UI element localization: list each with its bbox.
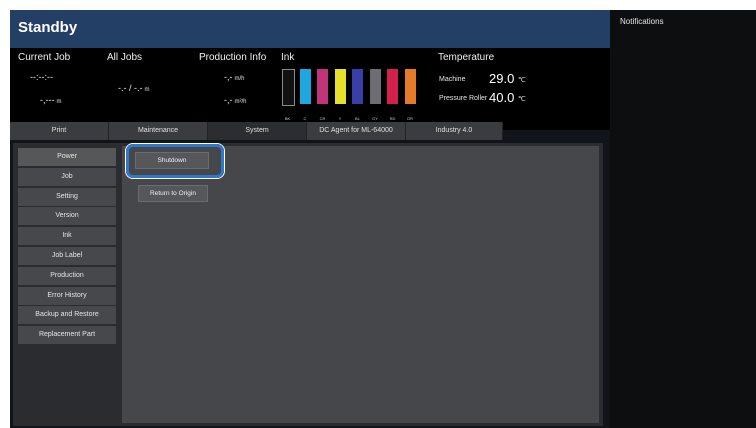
ink-bar-gy xyxy=(369,69,381,104)
all-jobs-number: -.- / -.- xyxy=(118,83,143,93)
machine-temp-label: Machine xyxy=(439,76,466,83)
production-info-label: Production Info xyxy=(199,52,267,63)
ink-bar-or xyxy=(404,69,416,104)
sidebar-item-version[interactable]: Version xyxy=(18,207,116,226)
sidebar-item-setting[interactable]: Setting xyxy=(18,187,116,206)
sidebar-item-job[interactable]: Job xyxy=(18,167,116,186)
power-content: Shutdown Return to Origin xyxy=(122,144,599,423)
machine-temp-unit: ℃ xyxy=(518,77,526,84)
tab-dc-agent[interactable]: DC Agent for ML-64000 xyxy=(307,122,406,140)
tab-maintenance[interactable]: Maintenance xyxy=(109,122,208,140)
production-rate-linear-unit: m/h xyxy=(234,76,245,82)
shutdown-button[interactable]: Shutdown xyxy=(135,152,209,169)
ink-label-bl: BL xyxy=(355,116,360,121)
production-rate-area-unit: m²/h xyxy=(234,99,247,105)
ink-label-c: C xyxy=(303,116,307,121)
return-to-origin-button[interactable]: Return to Origin xyxy=(138,185,208,202)
system-sidebar: Power Job Setting Version Ink Job Label … xyxy=(18,148,116,346)
tab-system[interactable]: System xyxy=(208,122,307,140)
notifications-label: Notifications xyxy=(620,17,664,26)
ink-label-bk: BK xyxy=(284,116,291,121)
current-job-label: Current Job xyxy=(18,52,71,63)
tab-print[interactable]: Print xyxy=(10,122,109,140)
current-job-length-unit: m xyxy=(56,99,62,105)
ink-bar-bl xyxy=(352,69,363,104)
ink-label-rd: RD xyxy=(389,116,396,121)
ink-label-gy: GY xyxy=(372,116,378,121)
system-panel: Power Job Setting Version Ink Job Label … xyxy=(13,143,603,426)
roller-temp-label: Pressure Roller xyxy=(439,95,488,102)
ink-bar-c xyxy=(299,69,311,104)
sidebar-item-replacement-part[interactable]: Replacement Part xyxy=(18,326,116,345)
roller-temp-value: 40.0 xyxy=(489,90,515,105)
ink-label-cr: CR xyxy=(319,116,326,121)
sidebar-item-backup-restore[interactable]: Backup and Restore xyxy=(18,306,116,325)
sidebar-item-production[interactable]: Production xyxy=(18,266,116,285)
all-jobs-unit: m xyxy=(144,87,150,93)
info-panel: Current Job --:--:-- -,--- m All Jobs -.-… xyxy=(10,48,610,130)
production-rate-area-value: -,- xyxy=(224,95,233,105)
sidebar-item-ink[interactable]: Ink xyxy=(18,227,116,246)
temperature-label: Temperature xyxy=(438,52,495,63)
current-job-length: -,--- m xyxy=(40,95,62,105)
current-job-time: --:--:-- xyxy=(30,72,53,82)
ink-bar-bk xyxy=(282,69,295,106)
production-rate-linear-value: -,- xyxy=(224,72,233,82)
notifications-panel: Notifications xyxy=(610,10,756,428)
roller-temp-unit: ℃ xyxy=(518,96,526,103)
ink-label-y: Y xyxy=(338,116,342,121)
status-title: Standby xyxy=(18,19,78,36)
sidebar-item-job-label[interactable]: Job Label xyxy=(18,246,116,265)
ink-bar-rd xyxy=(387,69,398,104)
title-bar: Standby xyxy=(10,10,610,48)
all-jobs-label: All Jobs xyxy=(107,52,143,63)
main-window: Standby Current Job --:--:-- -,--- m All … xyxy=(10,10,610,428)
sidebar-item-error-history[interactable]: Error History xyxy=(18,286,116,305)
production-rate-area: -,- m²/h xyxy=(224,95,247,105)
ink-bar-y xyxy=(334,69,346,104)
all-jobs-value: -.- / -.- m xyxy=(118,83,150,93)
tab-bar: Print Maintenance System DC Agent for ML… xyxy=(10,122,610,140)
ink-label-or: OR xyxy=(407,116,413,121)
current-job-length-value: -,--- xyxy=(40,95,55,105)
machine-temp-value: 29.0 xyxy=(489,71,515,86)
sidebar-item-power[interactable]: Power xyxy=(18,148,116,166)
production-rate-linear: -,- m/h xyxy=(224,72,245,82)
tab-industry[interactable]: Industry 4.0 xyxy=(406,122,503,140)
ink-label: Ink xyxy=(281,52,295,63)
ink-bar-cr xyxy=(317,69,328,104)
